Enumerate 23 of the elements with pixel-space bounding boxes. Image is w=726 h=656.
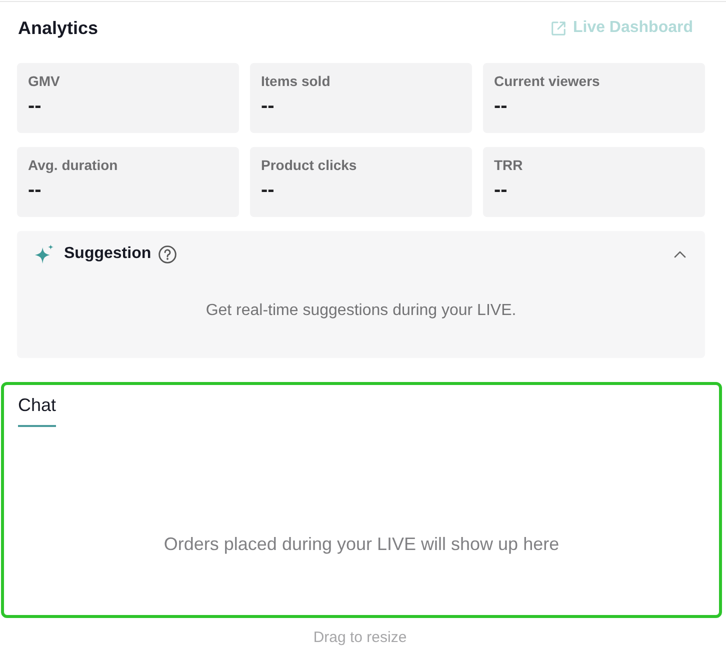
metric-label: GMV [28,72,60,90]
metric-label: TRR [494,156,523,174]
help-icon[interactable] [158,244,178,264]
sparkle-icon [34,244,55,264]
empty-state-message: Orders placed during your LIVE will show up here [164,534,560,555]
chevron-icon [674,250,686,258]
resize-hint: Drag to resize [313,628,407,646]
metric-label: Current viewers [494,72,600,90]
section-title: Analytics [18,18,98,38]
metric-label: Items sold [261,72,330,90]
suggestion-message: Get real-time suggestions during your LIVE. [206,302,516,320]
external-link-icon [550,20,567,36]
metric-label: Product clicks [261,156,357,174]
metric-value: -- [261,178,274,202]
chat-tab[interactable]: Chat [18,385,56,427]
suggestion-title: Suggestion [64,245,152,263]
metric-value: -- [494,178,508,202]
metric-value: -- [28,178,42,202]
collapse-toggle[interactable] [672,248,688,260]
metric-value: -- [28,94,42,118]
metric-value: -- [494,94,508,118]
metric-value: -- [261,94,274,118]
metric-label: Avg. duration [28,156,118,174]
